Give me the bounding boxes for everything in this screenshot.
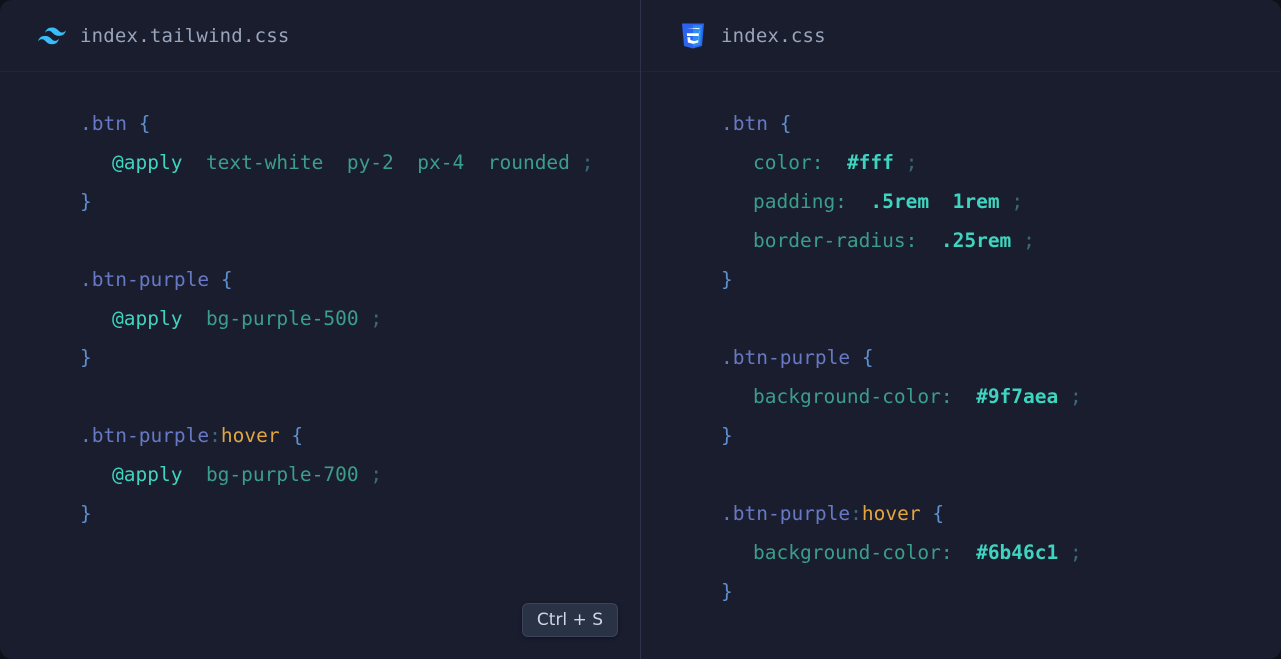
left-tab-title[interactable]: index.tailwind.css xyxy=(80,25,290,47)
editor-container: index.tailwind.css .btn { @apply text-wh… xyxy=(0,0,1281,659)
code-line: .btn-purple { xyxy=(80,260,600,299)
code-line: } xyxy=(721,572,1241,611)
code-line: .btn { xyxy=(721,104,1241,143)
code-line: @apply bg-purple-700 ; xyxy=(80,455,600,494)
left-code-area[interactable]: .btn { @apply text-white py-2 px-4 round… xyxy=(0,72,640,659)
left-tab-bar: index.tailwind.css xyxy=(0,0,640,72)
right-panel: index.css .btn { color: #fff ; padding: … xyxy=(641,0,1281,659)
code-line: background-color: #9f7aea ; xyxy=(721,377,1241,416)
code-line: .btn-purple:hover { xyxy=(721,494,1241,533)
code-line: } xyxy=(721,416,1241,455)
tailwind-icon xyxy=(38,22,66,50)
blank-line xyxy=(80,377,600,416)
code-line: } xyxy=(80,182,600,221)
save-shortcut-badge: Ctrl + S xyxy=(522,603,618,637)
code-line: } xyxy=(80,494,600,533)
blank-line xyxy=(721,299,1241,338)
code-line: padding: .5rem 1rem ; xyxy=(721,182,1241,221)
code-line: background-color: #6b46c1 ; xyxy=(721,533,1241,572)
right-tab-bar: index.css xyxy=(641,0,1281,72)
code-line: border-radius: .25rem ; xyxy=(721,221,1241,260)
css3-icon xyxy=(679,22,707,50)
code-line: } xyxy=(721,260,1241,299)
code-line: .btn-purple { xyxy=(721,338,1241,377)
right-tab-title[interactable]: index.css xyxy=(721,25,826,47)
code-line: } xyxy=(80,338,600,377)
code-line: .btn { xyxy=(80,104,600,143)
code-line: color: #fff ; xyxy=(721,143,1241,182)
code-line: @apply bg-purple-500 ; xyxy=(80,299,600,338)
blank-line xyxy=(80,221,600,260)
code-line: @apply text-white py-2 px-4 rounded ; xyxy=(80,143,600,182)
code-line: .btn-purple:hover { xyxy=(80,416,600,455)
right-code-area[interactable]: .btn { color: #fff ; padding: .5rem 1rem… xyxy=(641,72,1281,659)
blank-line xyxy=(721,455,1241,494)
left-panel: index.tailwind.css .btn { @apply text-wh… xyxy=(0,0,641,659)
